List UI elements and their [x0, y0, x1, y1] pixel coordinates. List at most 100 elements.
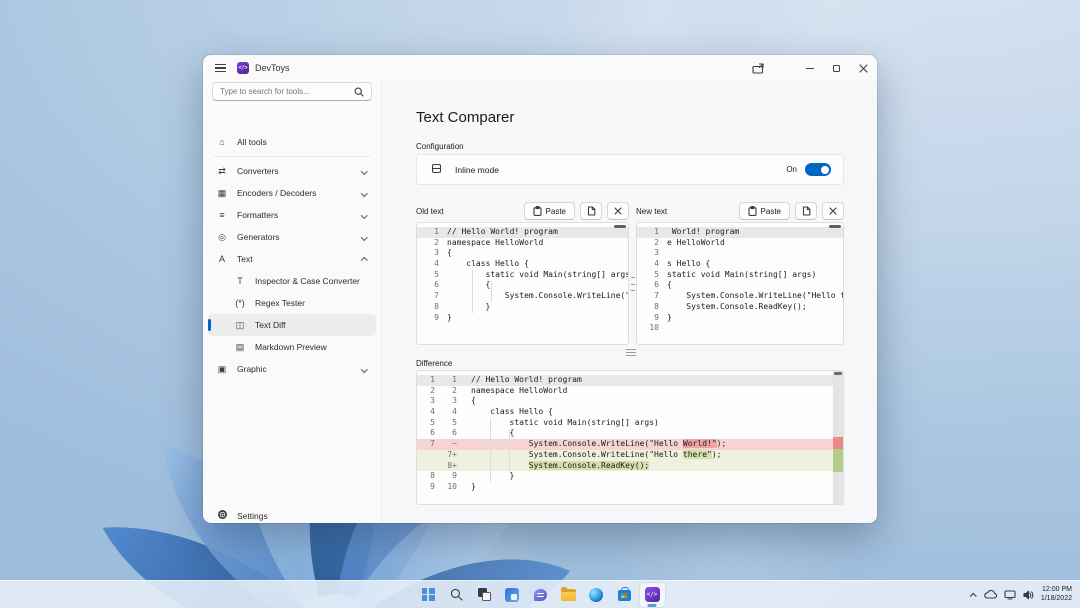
new-line-number: 6 [439, 428, 461, 439]
new-text-header: New text Paste [636, 201, 844, 221]
old-clear-button[interactable] [607, 202, 629, 220]
text-icon: A [216, 254, 228, 264]
close-icon[interactable] [850, 55, 877, 81]
line-text: System.Console.ReadKey(); [667, 302, 807, 313]
line-number: 7 [417, 291, 447, 302]
diff-row-normal: 44 class Hello { [417, 407, 833, 418]
diff-line-text: } [461, 482, 476, 493]
store-icon[interactable] [612, 583, 637, 607]
code-line: 4 class Hello { [417, 259, 628, 270]
sidebar-item-regex-tester[interactable]: (*)Regex Tester [208, 292, 376, 314]
line-text: System.Console.WriteLine("Hello there"); [667, 291, 844, 302]
new-clear-button[interactable] [822, 202, 844, 220]
new-line-number: − [439, 439, 461, 450]
sidebar-item-encoders-decoders[interactable]: ▦ Encoders / Decoders [208, 182, 376, 204]
diff-line-text: { [461, 428, 514, 439]
sidebar-item-text-diff[interactable]: ◫Text Diff [208, 314, 376, 336]
new-open-file-button[interactable] [795, 202, 817, 220]
devtoys-app-window: </> DevToys ⌂All tools ⇄Converters ▦ Encode… [203, 55, 877, 523]
title-bar[interactable]: </> DevToys [203, 55, 877, 81]
formatters-icon: ≡ [216, 210, 228, 220]
ruler-removed-mark [833, 437, 843, 449]
line-number: 7 [637, 291, 667, 302]
sidebar-item-label: Markdown Preview [255, 342, 327, 352]
sidebar-item-label: Text Diff [255, 320, 286, 330]
line-number: 6 [417, 280, 447, 291]
old-line-number: 2 [417, 386, 439, 397]
sidebar-item-markdown-preview[interactable]: ▤Markdown Preview [208, 336, 376, 358]
line-text: class Hello { [447, 259, 529, 270]
minimize-icon[interactable] [796, 55, 823, 81]
old-text-editor[interactable]: 1// Hello World! program2namespace Hello… [416, 222, 629, 345]
line-text: { [667, 280, 672, 291]
new-line-number: 2 [439, 386, 461, 397]
code-line: 9} [637, 313, 843, 324]
difference-panel[interactable]: 11// Hello World! program22namespace Hel… [416, 370, 844, 505]
line-text: } [667, 313, 672, 324]
hamburger-menu-button[interactable] [207, 58, 233, 78]
sidebar-item-graphic[interactable]: ▣Graphic [208, 358, 376, 380]
maximize-icon[interactable] [823, 55, 850, 81]
diff-line-text: { [461, 396, 476, 407]
devtoys-icon[interactable]: </> [640, 583, 665, 607]
new-editor-scrollbar[interactable] [829, 225, 841, 228]
code-line: 5static void Main(string[] args) [637, 270, 843, 281]
file-explorer-icon[interactable] [556, 583, 581, 607]
network-icon[interactable] [1004, 590, 1016, 600]
old-editor-scrollbar[interactable] [614, 225, 626, 228]
diff-overview-ruler[interactable] [833, 371, 843, 504]
sidebar-item-inspector-case-converter[interactable]: TInspector & Case Converter [208, 270, 376, 292]
sidebar-divider [214, 156, 370, 157]
encoders-icon: ▦ [216, 188, 228, 199]
inline-split-icon [431, 161, 442, 179]
ruler-added-mark [833, 449, 843, 472]
code-line: 6{ [637, 280, 843, 291]
code-line: 2e HelloWorld [637, 238, 843, 249]
search-box[interactable] [212, 82, 372, 101]
clock[interactable]: 12:00 PM 1/18/2022 [1041, 586, 1072, 603]
line-number: 3 [637, 248, 667, 259]
line-number: 3 [417, 248, 447, 259]
line-number: 1 [637, 227, 667, 238]
sidebar-item-text[interactable]: AText [208, 248, 376, 270]
code-line: 2namespace HelloWorld [417, 238, 628, 249]
chevron-down-icon [361, 168, 367, 174]
line-number: 2 [637, 238, 667, 249]
compact-overlay-icon[interactable] [744, 55, 771, 81]
inspector-case-icon: T [234, 276, 246, 286]
sidebar-nav: ⌂All tools ⇄Converters ▦ Encoders / Decoder… [208, 131, 376, 380]
task-view-icon[interactable] [472, 583, 497, 607]
old-open-file-button[interactable] [580, 202, 602, 220]
sidebar-item-formatters[interactable]: ≡Formatters [208, 204, 376, 226]
widgets-icon[interactable] [500, 583, 525, 607]
diff-scrollbar-thumb[interactable] [834, 372, 842, 375]
start-icon[interactable] [416, 583, 441, 607]
inline-mode-setting-card: Inline mode On [416, 154, 844, 185]
line-text: } [447, 302, 490, 313]
onedrive-cloud-icon[interactable] [983, 590, 997, 599]
taskbar: </> 12:00 PM 1/18/2022 [0, 580, 1080, 608]
sidebar-item-converters[interactable]: ⇄Converters [208, 160, 376, 182]
inline-mode-toggle[interactable] [805, 163, 831, 176]
line-number: 8 [637, 302, 667, 313]
new-paste-button[interactable]: Paste [739, 202, 790, 220]
sidebar-item-generators[interactable]: ◎Generators [208, 226, 376, 248]
sidebar-item-all-tools[interactable]: ⌂All tools [208, 131, 376, 153]
search-icon [354, 87, 364, 97]
chevron-up-icon[interactable] [970, 594, 976, 600]
sidebar-item-label: Encoders / Decoders [237, 188, 316, 198]
chat-icon[interactable] [528, 583, 553, 607]
volume-icon[interactable] [1023, 590, 1034, 600]
search-taskbar-icon[interactable] [444, 583, 469, 607]
sidebar-item-settings[interactable]: Settings [208, 505, 376, 523]
editors-splitter-handle[interactable] [630, 277, 636, 291]
diff-splitter-handle[interactable] [626, 349, 638, 356]
graphic-icon: ▣ [216, 364, 228, 375]
new-text-editor[interactable]: 1 World! program2e HelloWorld34s Hello {… [636, 222, 844, 345]
old-paste-button[interactable]: Paste [524, 202, 575, 220]
tray-date: 1/18/2022 [1041, 595, 1072, 604]
code-line: 8 } [417, 302, 628, 313]
search-input[interactable] [213, 87, 354, 96]
edge-icon[interactable] [584, 583, 609, 607]
line-text: static void Main(string[] args) [667, 270, 816, 281]
